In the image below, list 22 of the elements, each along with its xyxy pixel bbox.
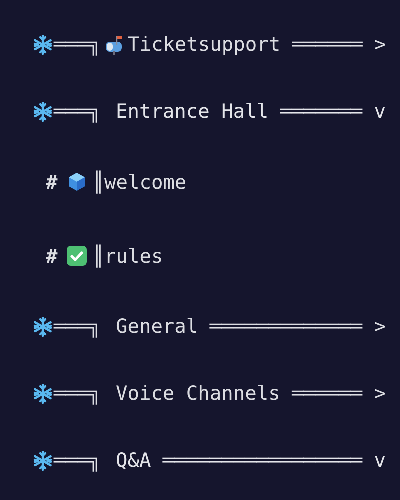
category-divider: ═══╗ xyxy=(54,315,101,338)
channel-name[interactable]: ║rules xyxy=(92,244,164,268)
category-header[interactable]: General ═════════════ > xyxy=(116,315,386,338)
snowflake-icon xyxy=(33,450,53,470)
channel-hash: # xyxy=(46,170,58,194)
category-divider: ═══╗ xyxy=(54,382,101,405)
channel-name[interactable]: ║welcome xyxy=(92,170,187,194)
category-header[interactable]: Voice Channels ══════ > xyxy=(116,382,386,405)
snowflake-icon xyxy=(33,316,53,336)
checkmark-icon xyxy=(66,246,87,266)
category-header[interactable]: Q&A ═════════════════ v xyxy=(116,449,386,472)
snowflake-icon xyxy=(33,384,53,404)
snowflake-icon xyxy=(33,102,53,122)
category-divider: ═══╗ xyxy=(54,33,101,56)
cube-icon xyxy=(66,172,87,192)
category-header[interactable]: Ticketsupport ══════ > xyxy=(128,33,386,56)
snowflake-icon xyxy=(33,34,53,54)
channel-hash: # xyxy=(46,244,58,268)
category-header[interactable]: Entrance Hall ═══════ v xyxy=(116,100,386,123)
category-divider: ═══╗ xyxy=(54,449,101,472)
mailbox-icon xyxy=(104,34,125,54)
category-divider: ═══╗ xyxy=(54,100,101,123)
